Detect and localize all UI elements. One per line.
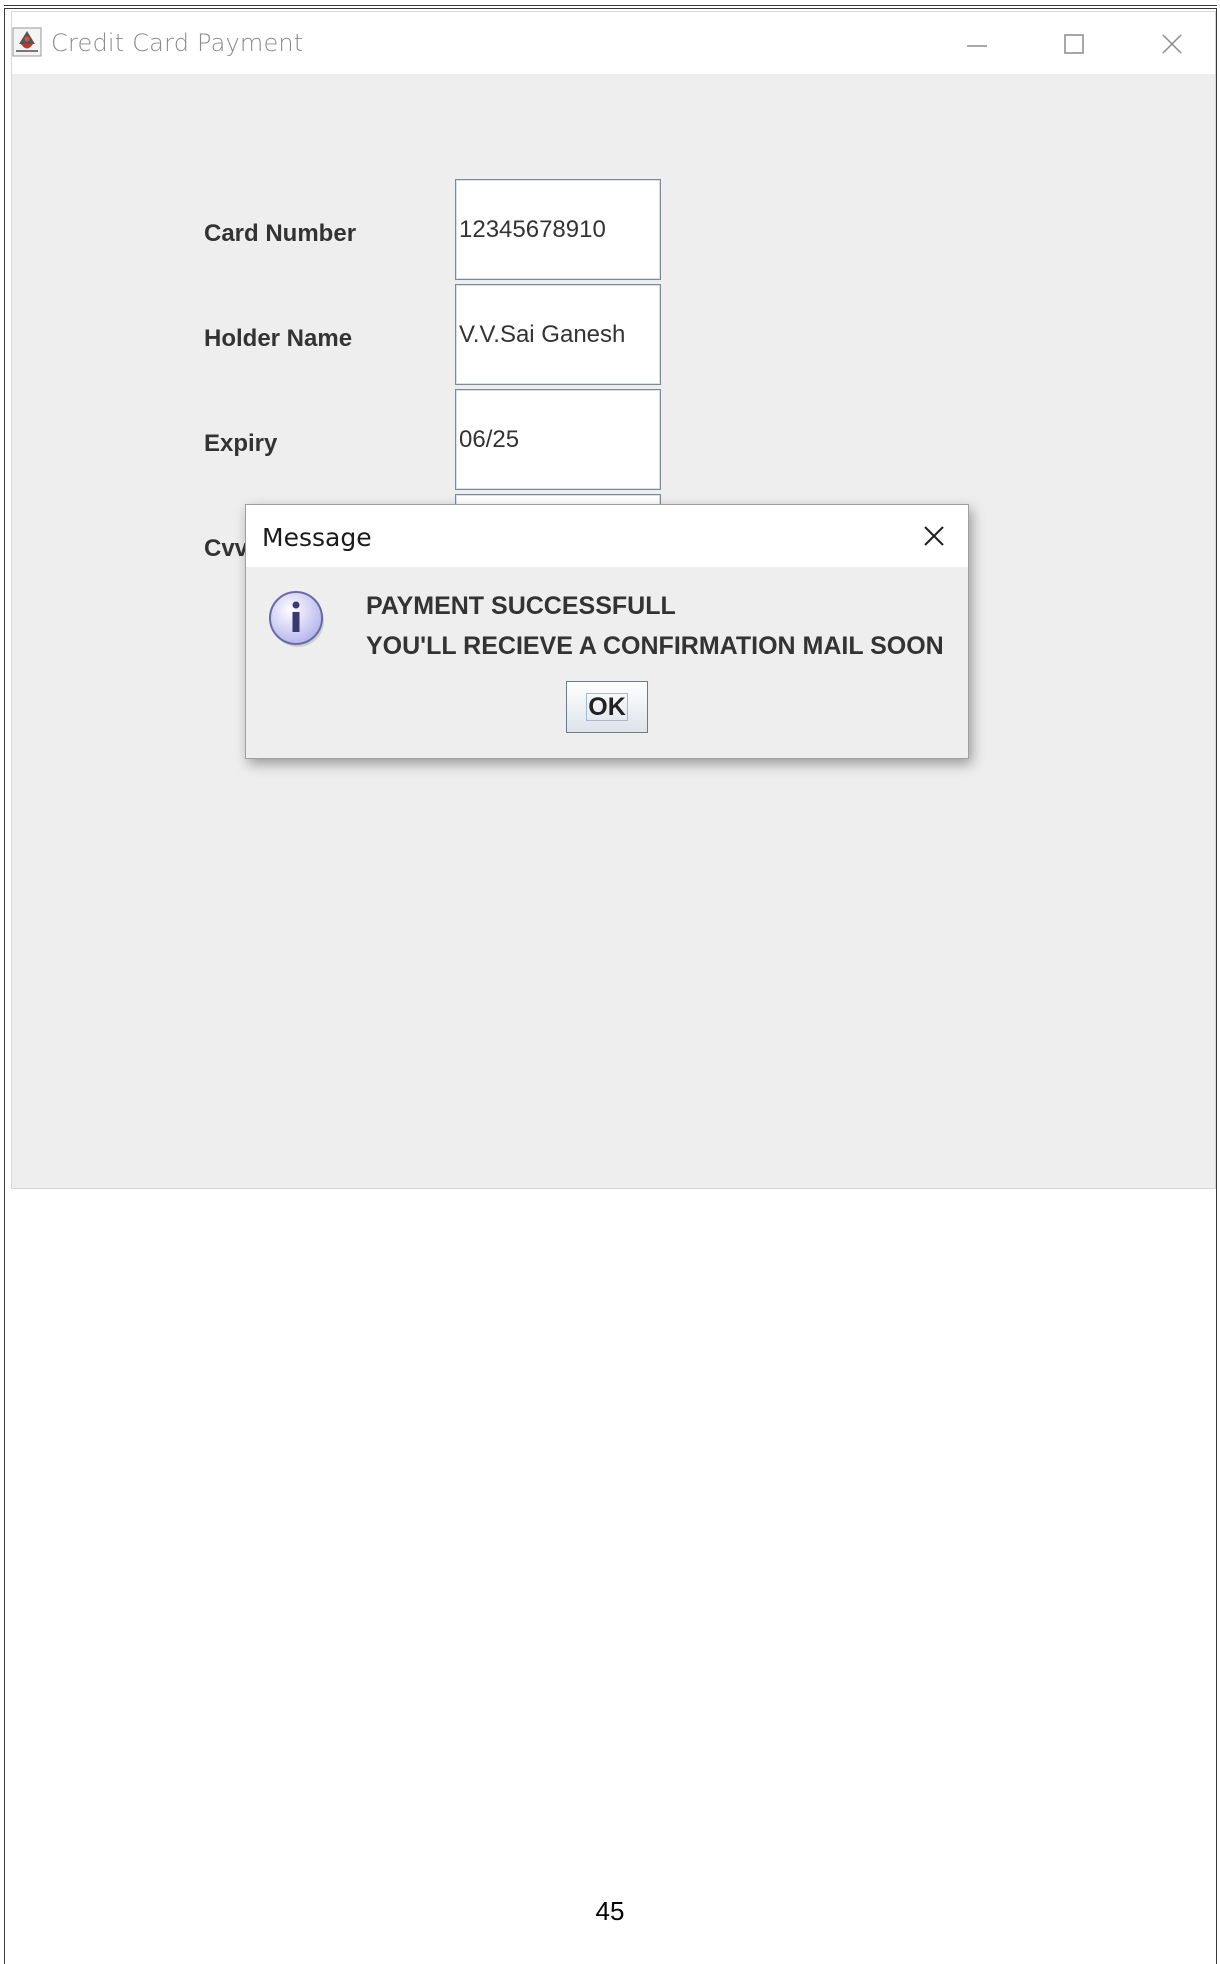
dialog-close-button[interactable] [915, 517, 953, 555]
window-title: Credit Card Payment [51, 29, 304, 57]
close-button[interactable] [1152, 24, 1192, 64]
expiry-input[interactable] [455, 389, 661, 490]
dialog-titlebar[interactable]: Message [246, 505, 968, 567]
minimize-button[interactable] [957, 24, 997, 64]
card-number-label: Card Number [204, 220, 357, 247]
page-border-top [4, 5, 1217, 6]
dialog-title: Message [262, 523, 372, 552]
message-dialog: Message PAYMENT SUCCESSFULL YOU'LL RECIE… [245, 504, 969, 759]
ok-button[interactable]: OK [566, 681, 648, 733]
maximize-icon [1064, 34, 1084, 54]
java-duke-icon [12, 27, 42, 57]
info-icon [267, 588, 327, 648]
dialog-message-line-2: YOU'LL RECIEVE A CONFIRMATION MAIL SOON [366, 632, 944, 660]
dialog-message-line-1: PAYMENT SUCCESSFULL [366, 592, 676, 620]
expiry-label: Expiry [204, 430, 278, 457]
holder-name-label: Holder Name [204, 325, 353, 352]
close-icon [1162, 34, 1182, 54]
card-number-input[interactable] [455, 179, 661, 280]
holder-name-input[interactable] [455, 284, 661, 385]
maximize-button[interactable] [1054, 24, 1094, 64]
cvv-label: Cvv [204, 535, 249, 562]
window-titlebar[interactable]: Credit Card Payment [12, 12, 1215, 74]
ok-button-label: OK [588, 692, 626, 721]
close-icon [924, 526, 944, 546]
minimize-icon [967, 45, 987, 47]
page-number: 45 [595, 1896, 625, 1926]
